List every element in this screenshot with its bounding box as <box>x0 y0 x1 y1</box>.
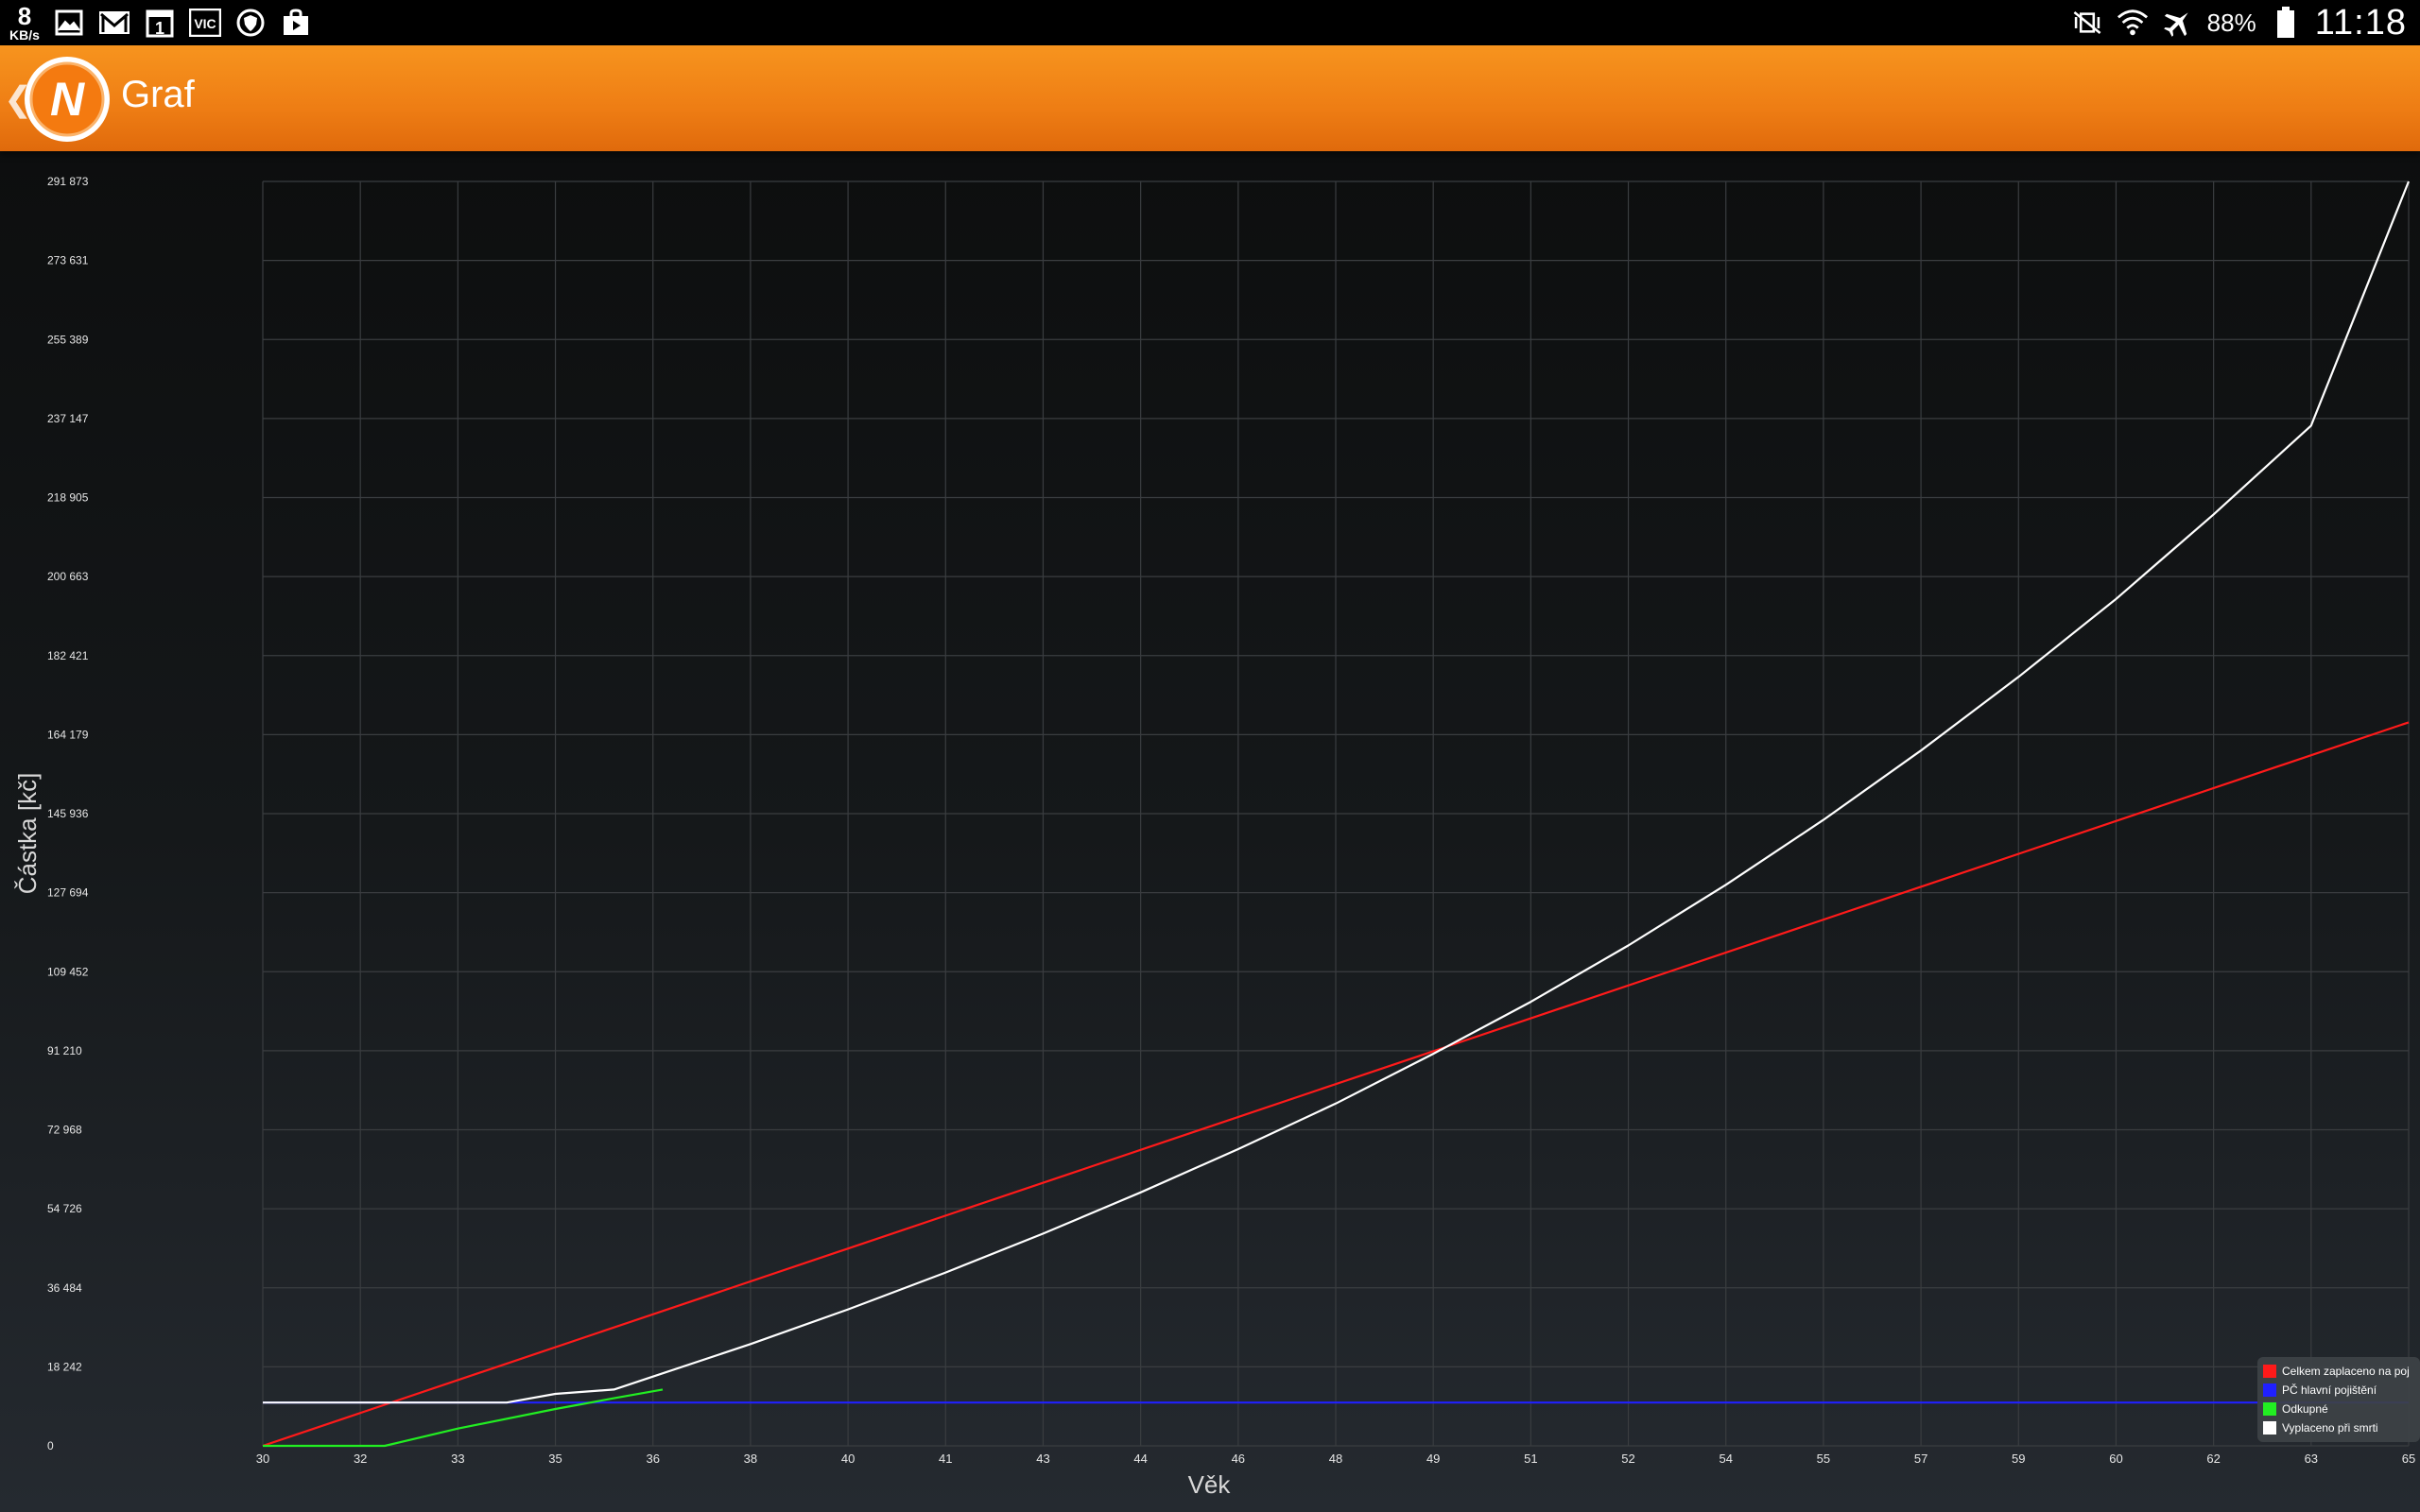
y-tick-label: 164 179 <box>47 728 89 741</box>
battery-percent: 88% <box>2206 8 2256 37</box>
app-bar: ❮ N Graf <box>0 45 2420 151</box>
x-tick-label: 59 <box>2012 1452 2025 1466</box>
page-title: Graf <box>121 74 195 115</box>
x-tick-label: 55 <box>1817 1452 1830 1466</box>
x-tick-label: 32 <box>354 1452 367 1466</box>
x-axis-ticks: 30 32 33 35 36 38 40 41 43 44 46 48 49 51 52 54 55 57 59 60… <box>256 1452 2415 1466</box>
y-tick-label: 182 421 <box>47 649 89 662</box>
x-tick-label: 36 <box>646 1452 659 1466</box>
x-tick-label: 65 <box>2402 1452 2415 1466</box>
image-icon <box>53 7 85 39</box>
gmail-icon <box>98 7 130 39</box>
y-tick-label: 91 210 <box>47 1044 82 1057</box>
line-chart: 0 18 242 36 484 54 726 72 968 91 210 109 452 12… <box>13 175 2420 1499</box>
y-tick-label: 255 389 <box>47 333 89 346</box>
y-tick-label: 200 663 <box>47 570 89 583</box>
y-tick-label: 72 968 <box>47 1124 82 1137</box>
x-tick-label: 40 <box>841 1452 855 1466</box>
logo-letter: N <box>50 73 85 126</box>
x-tick-label: 49 <box>1426 1452 1440 1466</box>
legend-swatch <box>2263 1365 2276 1378</box>
x-axis-title: Věk <box>1188 1470 1232 1499</box>
network-speed-value: 8 <box>17 2 32 30</box>
y-tick-label: 237 147 <box>47 412 89 425</box>
y-tick-label: 127 694 <box>47 886 89 900</box>
x-tick-label: 48 <box>1329 1452 1342 1466</box>
x-tick-label: 35 <box>548 1452 562 1466</box>
vic-label: VIC <box>194 16 216 31</box>
x-tick-label: 54 <box>1719 1452 1732 1466</box>
x-tick-label: 38 <box>744 1452 757 1466</box>
battery-icon <box>2270 7 2302 39</box>
legend-swatch <box>2263 1383 2276 1397</box>
legend-entry: Celkem zaplaceno na poj <box>2282 1365 2410 1378</box>
x-tick-label: 46 <box>1232 1452 1245 1466</box>
legend-swatch <box>2263 1421 2276 1435</box>
y-axis-title: Částka [kč] <box>13 773 42 895</box>
y-tick-label: 273 631 <box>47 254 89 267</box>
y-tick-label: 291 873 <box>47 175 89 188</box>
network-speed: 8 KB/s <box>9 4 40 42</box>
y-tick-label: 109 452 <box>47 965 89 978</box>
vic-icon: VIC <box>188 7 221 39</box>
calendar-icon: 1 <box>144 7 176 39</box>
x-tick-label: 57 <box>1914 1452 1927 1466</box>
clock: 11:18 <box>2314 2 2407 43</box>
y-tick-label: 145 936 <box>47 807 89 820</box>
x-tick-label: 51 <box>1524 1452 1537 1466</box>
series-line-3 <box>263 1388 664 1448</box>
x-tick-label: 41 <box>939 1452 952 1466</box>
x-tick-label: 44 <box>1133 1452 1147 1466</box>
vibrate-icon <box>2071 7 2103 39</box>
x-tick-label: 62 <box>2206 1452 2220 1466</box>
x-tick-label: 30 <box>256 1452 269 1466</box>
x-tick-label: 60 <box>2109 1452 2122 1466</box>
chart-grid <box>262 180 2410 1447</box>
x-tick-label: 63 <box>2305 1452 2318 1466</box>
y-tick-label: 54 726 <box>47 1202 82 1215</box>
y-tick-label: 218 905 <box>47 491 89 505</box>
y-tick-label: 18 242 <box>47 1360 82 1373</box>
store-bag-icon <box>280 7 312 39</box>
y-axis-ticks: 0 18 242 36 484 54 726 72 968 91 210 109 452 12… <box>47 175 89 1452</box>
status-bar: 8 KB/s 1 VIC 88% 11:18 <box>0 0 2420 45</box>
airplane-icon <box>2162 7 2194 39</box>
app-logo[interactable]: N <box>23 55 112 144</box>
vpn-shield-icon <box>234 7 267 39</box>
legend-entry: PČ hlavní pojištění <box>2282 1383 2377 1397</box>
y-tick-label: 36 484 <box>47 1281 82 1295</box>
wifi-icon <box>2117 7 2149 39</box>
y-tick-label: 0 <box>47 1439 54 1452</box>
calendar-day: 1 <box>155 19 164 38</box>
legend-swatch <box>2263 1402 2276 1416</box>
chart-legend: Celkem zaplaceno na poj PČ hlavní pojiště… <box>2257 1357 2420 1442</box>
x-tick-label: 52 <box>1621 1452 1634 1466</box>
x-tick-label: 43 <box>1036 1452 1049 1466</box>
legend-entry: Odkupné <box>2282 1402 2328 1416</box>
legend-entry: Vyplaceno při smrti <box>2282 1421 2378 1435</box>
network-speed-unit: KB/s <box>9 27 40 43</box>
x-tick-label: 33 <box>451 1452 464 1466</box>
